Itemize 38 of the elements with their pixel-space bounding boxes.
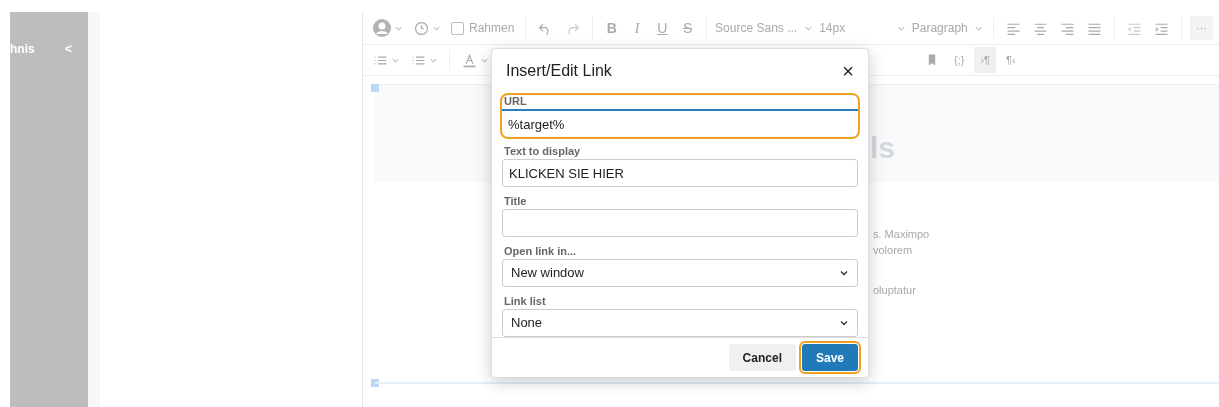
field-label: Open link in... bbox=[503, 245, 578, 257]
close-button[interactable]: × bbox=[842, 61, 854, 81]
dropdown-value[interactable]: 14px bbox=[819, 19, 846, 37]
checkbox-label[interactable]: Rahmen bbox=[469, 19, 515, 37]
field-label: Title bbox=[503, 195, 528, 207]
bold-button[interactable]: B bbox=[601, 17, 623, 39]
strikethrough-button[interactable]: S bbox=[676, 17, 699, 39]
text-field[interactable] bbox=[502, 209, 858, 237]
body-text: s. Maximpo bbox=[873, 227, 930, 242]
sidebar-title: hnis bbox=[10, 41, 35, 58]
format-button[interactable]: ›¶ bbox=[974, 47, 996, 73]
body-text: oluptatur bbox=[873, 283, 916, 298]
field-label: Text to display bbox=[503, 145, 582, 157]
dropdown-value[interactable]: Paragraph bbox=[911, 19, 968, 37]
field-label: Link list bbox=[503, 295, 547, 307]
save-button[interactable]: Save bbox=[801, 344, 858, 371]
text-color-icon[interactable] bbox=[461, 51, 478, 69]
dialog-title: Insert/Edit Link bbox=[506, 61, 612, 81]
dropdown[interactable]: New window bbox=[502, 259, 858, 287]
text-field[interactable]: KLICKEN SIE HIER bbox=[502, 159, 858, 187]
field-label: URL bbox=[503, 95, 528, 107]
dropdown[interactable]: None bbox=[502, 309, 858, 337]
underline-button[interactable]: U bbox=[651, 17, 673, 39]
format-button[interactable]: ¶‹ bbox=[1000, 47, 1022, 73]
checkbox[interactable] bbox=[451, 21, 464, 35]
chevron-down-icon[interactable] bbox=[839, 268, 849, 278]
text-field[interactable]: %target% bbox=[502, 109, 858, 137]
dropdown-value[interactable]: Source Sans ... bbox=[715, 19, 798, 37]
collapse-button[interactable]: < bbox=[65, 40, 72, 58]
block-handle[interactable] bbox=[371, 84, 379, 92]
avatar-icon[interactable] bbox=[372, 18, 392, 38]
clock-icon[interactable] bbox=[413, 19, 430, 37]
body-text: volorem bbox=[873, 243, 913, 258]
cancel-button[interactable]: Cancel bbox=[728, 344, 796, 371]
chevron-down-icon[interactable] bbox=[839, 318, 849, 328]
more-button[interactable]: ··· bbox=[1190, 16, 1214, 40]
italic-button[interactable]: I bbox=[626, 17, 648, 39]
format-button[interactable]: {;} bbox=[948, 47, 971, 73]
